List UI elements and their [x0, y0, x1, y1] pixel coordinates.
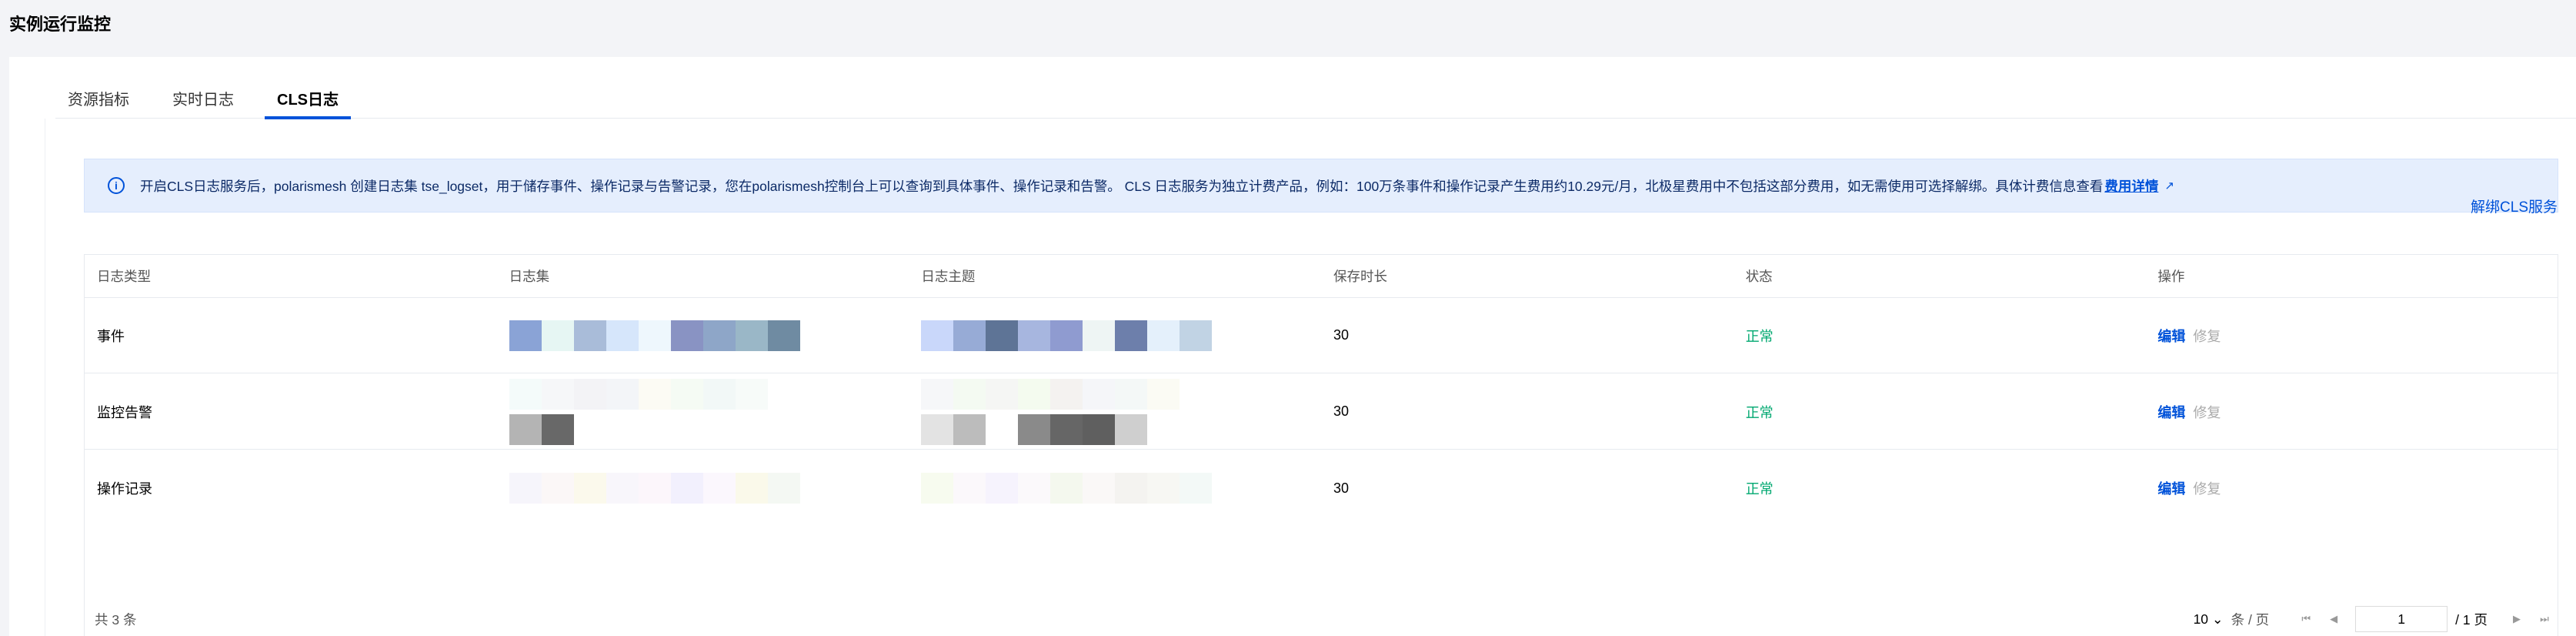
total-count: 共 3 条	[95, 611, 137, 628]
pagination: 10 ⌄ 条 / 页 ⏮ ◀ 1 / 1 页 ▶ ⏭	[2194, 606, 2558, 632]
retention-cell: 30	[1333, 480, 1350, 496]
actions-cell: 编辑 修复	[2145, 450, 2558, 526]
log-table: 日志类型 日志集 日志主题 保存时长 状态 操作 事件 30 正常 编辑 修复 …	[84, 254, 2558, 636]
tab-bar: 资源指标 实时日志 CLS日志	[55, 88, 2576, 119]
repair-button[interactable]: 修复	[2193, 402, 2221, 422]
tab-realtime-logs[interactable]: 实时日志	[160, 88, 246, 119]
table-row: 监控告警 30 正常 编辑 修复	[85, 374, 2558, 450]
next-page-icon[interactable]: ▶	[2503, 613, 2531, 625]
info-icon: i	[108, 177, 125, 194]
actions-cell: 编辑 修复	[2145, 298, 2558, 373]
actions-cell: 编辑 修复	[2145, 374, 2558, 449]
status-cell: 正常	[1745, 328, 1774, 344]
page-title: 实例运行监控	[9, 15, 112, 34]
log-topic-cell	[909, 450, 1321, 526]
redacted-value	[921, 320, 1213, 351]
last-page-icon[interactable]: ⏭	[2531, 613, 2558, 625]
log-topic-cell	[909, 298, 1321, 373]
table-header: 日志类型 日志集 日志主题 保存时长 状态 操作	[85, 255, 2558, 298]
page-number-input[interactable]: 1	[2355, 606, 2448, 632]
chevron-down-icon: ⌄	[2211, 611, 2224, 627]
table-row: 操作记录 30 正常 编辑 修复	[85, 450, 2558, 526]
pager-controls: ⏮ ◀ 1 / 1 页 ▶ ⏭	[2292, 606, 2558, 632]
tab-content: i 开启CLS日志服务后，polarismesh 创建日志集 tse_logse…	[45, 119, 2576, 636]
page-size-unit: 条 / 页	[2231, 611, 2270, 628]
log-topic-cell	[909, 374, 1321, 449]
header-retention: 保存时长	[1333, 269, 1388, 284]
page-size-select[interactable]: 10 ⌄	[2194, 611, 2224, 628]
prev-page-icon[interactable]: ◀	[2320, 613, 2347, 625]
info-notice: i 开启CLS日志服务后，polarismesh 创建日志集 tse_logse…	[84, 159, 2558, 213]
table-row: 事件 30 正常 编辑 修复	[85, 298, 2558, 373]
fee-details-link[interactable]: 费用详情	[2104, 176, 2158, 196]
redacted-value	[509, 378, 800, 445]
redacted-value	[921, 473, 1213, 504]
unbind-cls-button[interactable]: 解绑CLS服务	[2471, 196, 2558, 216]
logset-cell	[497, 298, 909, 373]
log-type-cell: 事件	[97, 328, 125, 344]
status-cell: 正常	[1745, 481, 1774, 497]
table-footer: 共 3 条 10 ⌄ 条 / 页 ⏮ ◀ 1 / 1 页 ▶ ⏭	[84, 596, 2558, 636]
retention-cell: 30	[1333, 403, 1350, 419]
notice-text: 开启CLS日志服务后，polarismesh 创建日志集 tse_logset，…	[140, 178, 2104, 194]
redacted-value	[509, 320, 800, 351]
first-page-icon[interactable]: ⏮	[2292, 613, 2320, 625]
page-size-value: 10	[2193, 611, 2209, 627]
tab-cls-logs[interactable]: CLS日志	[265, 88, 351, 119]
header-logset: 日志集	[509, 269, 550, 284]
logset-cell	[497, 450, 909, 526]
external-link-icon[interactable]: ↗	[2164, 179, 2174, 192]
edit-button[interactable]: 编辑	[2157, 326, 2185, 346]
redacted-value	[921, 378, 1213, 445]
edit-button[interactable]: 编辑	[2157, 402, 2185, 422]
repair-button[interactable]: 修复	[2193, 326, 2221, 346]
header-log-type: 日志类型	[97, 269, 151, 284]
repair-button[interactable]: 修复	[2193, 478, 2221, 498]
logset-cell	[497, 374, 909, 449]
main-card: 资源指标 实时日志 CLS日志 i 开启CLS日志服务后，polarismesh…	[9, 57, 2576, 636]
retention-cell: 30	[1333, 327, 1350, 343]
header-actions: 操作	[2157, 269, 2185, 284]
log-type-cell: 监控告警	[97, 404, 152, 420]
tab-resource-metrics[interactable]: 资源指标	[55, 88, 142, 119]
header-status: 状态	[1745, 269, 1773, 284]
log-type-cell: 操作记录	[97, 481, 152, 497]
status-cell: 正常	[1745, 404, 1774, 420]
header-log-topic: 日志主题	[921, 269, 976, 284]
total-pages: / 1 页	[2455, 611, 2488, 628]
redacted-value	[509, 473, 800, 504]
edit-button[interactable]: 编辑	[2157, 478, 2185, 498]
